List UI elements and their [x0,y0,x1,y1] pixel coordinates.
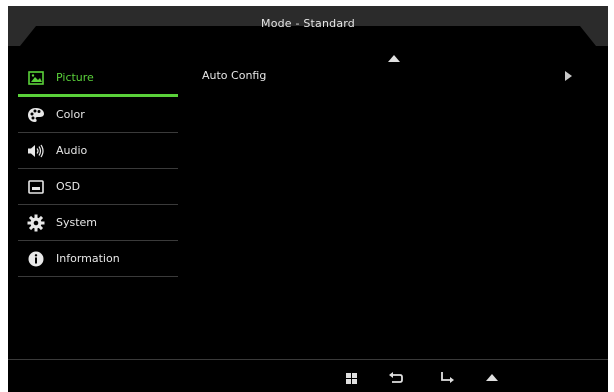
menu-row-label: Auto Config [202,68,267,82]
info-icon [26,249,46,269]
bottom-bar [8,359,608,392]
osd-icon [26,177,46,197]
menu-grid-icon[interactable] [344,372,358,384]
scroll-up-icon[interactable] [388,48,400,62]
up-icon[interactable] [485,372,499,384]
picture-icon [26,68,46,88]
sidebar-item-audio[interactable]: Audio [18,133,178,169]
menu-row-auto-config[interactable]: Auto Config [202,65,572,85]
sidebar-item-label: Color [56,108,85,121]
sidebar-item-information[interactable]: Information [18,241,178,277]
speaker-icon [26,141,46,161]
mode-title: Mode - Standard [261,17,355,30]
sidebar-item-label: Information [56,252,120,265]
back-icon[interactable] [389,372,403,384]
palette-icon [26,105,46,125]
mode-header: Mode - Standard [8,6,608,46]
sidebar-item-label: Audio [56,144,88,157]
sidebar-item-osd[interactable]: OSD [18,169,178,205]
sidebar-item-label: System [56,216,98,229]
enter-icon[interactable] [440,372,454,384]
sidebar-item-picture[interactable]: Picture [18,61,178,97]
gear-icon [26,213,46,233]
sidebar-item-color[interactable]: Color [18,97,178,133]
sidebar-item-system[interactable]: System [18,205,178,241]
sidebar-item-label: Picture [56,71,94,84]
sidebar: Picture Color Audio OSD System Informati… [18,61,178,277]
osd-menu: Mode - Standard Picture Color Audio OSD … [8,6,608,392]
chevron-right-icon [565,66,572,85]
sidebar-item-label: OSD [56,180,81,193]
